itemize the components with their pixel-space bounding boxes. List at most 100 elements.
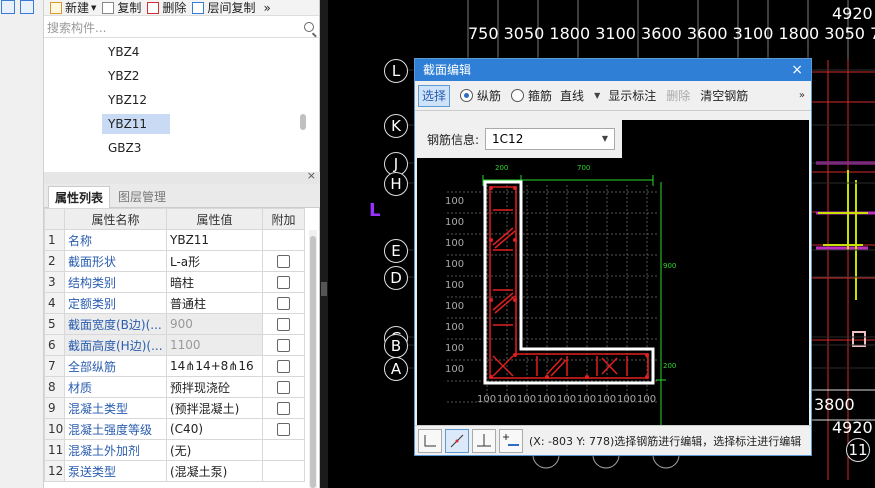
- chevron-down-icon[interactable]: ▼: [594, 91, 600, 100]
- list-item-selected[interactable]: YBZ11: [102, 114, 170, 134]
- attach-checkbox[interactable]: [277, 338, 290, 352]
- cursor-axis-letter: L: [369, 200, 381, 221]
- grid-label: 100: [445, 301, 465, 312]
- property-value[interactable]: 普通柱: [166, 292, 263, 314]
- toolbar-more-button[interactable]: »: [799, 90, 805, 101]
- grid-label: 100: [577, 394, 597, 405]
- table-row[interactable]: 12 泵送类型 (混凝土泵): [44, 460, 305, 482]
- diagonal-line-icon[interactable]: [445, 428, 469, 453]
- axis-bubble-l[interactable]: L: [384, 59, 408, 83]
- axis-bubble-a[interactable]: A: [384, 357, 408, 381]
- attach-checkbox[interactable]: [277, 380, 290, 394]
- property-value[interactable]: 1100: [166, 334, 263, 356]
- table-row[interactable]: 8 材质 预拌现浇砼: [44, 376, 305, 398]
- close-icon[interactable]: ×: [307, 169, 316, 182]
- attach-checkbox[interactable]: [277, 422, 290, 436]
- table-row[interactable]: 11 混凝土外加剂 (无): [44, 439, 305, 461]
- property-value[interactable]: (C40): [166, 418, 263, 440]
- property-value[interactable]: 900: [166, 313, 263, 335]
- delete-button[interactable]: 删除: [147, 0, 186, 15]
- component-panel: 新建 ▼ 复制 删除 层间复制 » 搜索构件... YBZ4 YBZ2 YBZ12…: [44, 0, 320, 488]
- panel-splitter[interactable]: [320, 0, 328, 488]
- dim-right-bottom: 200: [663, 362, 677, 370]
- add-point-icon[interactable]: [499, 428, 523, 453]
- property-value[interactable]: 预拌现浇砼: [166, 376, 263, 398]
- axis-bubble-d[interactable]: D: [384, 266, 408, 290]
- radio-checked-icon: [460, 89, 474, 102]
- grid-label: 100: [597, 394, 617, 405]
- search-input[interactable]: 搜索构件...: [47, 19, 106, 36]
- list-item[interactable]: YBZ4: [102, 42, 170, 62]
- perpendicular-icon[interactable]: [472, 428, 496, 453]
- attach-checkbox[interactable]: [277, 359, 290, 373]
- toolbar-more-button[interactable]: »: [263, 1, 270, 15]
- axis-bubble-11[interactable]: 11: [846, 438, 870, 462]
- app-root: 新建 ▼ 复制 删除 层间复制 » 搜索构件... YBZ4 YBZ2 YBZ12…: [0, 0, 875, 488]
- property-value[interactable]: YBZ11: [166, 229, 263, 251]
- dim-top-left: 200: [495, 164, 509, 172]
- attach-checkbox[interactable]: [277, 296, 290, 310]
- property-name: 混凝土外加剂: [64, 439, 167, 461]
- dim-top-right: 700: [577, 164, 591, 172]
- clear-rebar-button[interactable]: 清空钢筋: [700, 87, 748, 104]
- table-row[interactable]: 9 混凝土类型 (预拌混凝土): [44, 397, 305, 419]
- dim-right-top: 900: [663, 262, 677, 270]
- property-name: 定额类别: [64, 292, 167, 314]
- tab-property-list[interactable]: 属性列表: [48, 186, 111, 208]
- axis-bubble-h[interactable]: H: [384, 172, 408, 196]
- table-row[interactable]: 2 截面形状 L-a形: [44, 250, 305, 272]
- line-dropdown[interactable]: 直线: [560, 87, 584, 104]
- show-annotation-button[interactable]: 显示标注: [608, 87, 656, 104]
- delete-button[interactable]: 删除: [666, 87, 690, 104]
- tab-layer-management[interactable]: 图层管理: [112, 186, 172, 208]
- section-canvas[interactable]: 钢筋信息: 1C12 ▼ 200 700 900 200 100 100 100…: [417, 120, 809, 425]
- layer-copy-button[interactable]: 层间复制: [192, 0, 255, 15]
- dialog-titlebar[interactable]: 截面编辑 ×: [415, 59, 811, 81]
- list-icon[interactable]: [20, 0, 34, 14]
- new-icon: [50, 1, 62, 14]
- property-value[interactable]: L-a形: [166, 250, 263, 272]
- axis-bubble-b[interactable]: B: [384, 334, 408, 358]
- grid-label: 100: [557, 394, 577, 405]
- list-scrollbar[interactable]: [300, 114, 306, 130]
- table-row[interactable]: 3 结构类别 暗柱: [44, 271, 305, 293]
- attach-checkbox[interactable]: [277, 275, 290, 289]
- collapse-arrow-icon[interactable]: [321, 282, 327, 296]
- property-name: 混凝土类型: [64, 397, 167, 419]
- list-item[interactable]: GBZ3: [102, 138, 170, 158]
- axis-bubble-k[interactable]: K: [384, 114, 408, 138]
- corner-snap-icon[interactable]: [418, 428, 442, 453]
- list-item[interactable]: YBZ12: [102, 90, 170, 110]
- scrollbar-thumb[interactable]: [310, 236, 316, 488]
- copy-button[interactable]: 复制: [102, 0, 141, 15]
- component-search[interactable]: 搜索构件...: [44, 18, 320, 38]
- grid-icon[interactable]: [1, 0, 15, 14]
- table-row[interactable]: 5 截面宽度(B边)(... 900: [44, 313, 305, 335]
- table-row[interactable]: 7 全部纵筋 14⋔14+8⋔16: [44, 355, 305, 377]
- attach-checkbox[interactable]: [277, 254, 290, 268]
- table-row[interactable]: 6 截面高度(H边)(... 1100: [44, 334, 305, 356]
- property-value[interactable]: 暗柱: [166, 271, 263, 293]
- grid-label: 100: [637, 394, 657, 405]
- property-value[interactable]: (预拌混凝土): [166, 397, 263, 419]
- longitudinal-radio[interactable]: 纵筋: [460, 87, 501, 104]
- property-value[interactable]: (无): [166, 439, 263, 461]
- new-button[interactable]: 新建 ▼: [50, 0, 96, 15]
- stirrup-radio[interactable]: 箍筋: [511, 87, 552, 104]
- table-row[interactable]: 4 定额类别 普通柱: [44, 292, 305, 314]
- grid-label: 100: [445, 196, 465, 207]
- property-value[interactable]: (混凝土泵): [166, 460, 263, 482]
- property-name: 全部纵筋: [64, 355, 167, 377]
- close-icon[interactable]: ×: [791, 59, 803, 81]
- attach-checkbox[interactable]: [277, 317, 290, 331]
- table-row[interactable]: 10 混凝土强度等级 (C40): [44, 418, 305, 440]
- dialog-toolbar: 选择 纵筋 箍筋 直线 ▼ 显示标注 删除 清空钢筋 »: [415, 81, 811, 111]
- table-row[interactable]: 1 名称 YBZ11: [44, 229, 305, 251]
- property-scrollbar[interactable]: [309, 230, 317, 488]
- attach-checkbox[interactable]: [277, 401, 290, 415]
- property-value[interactable]: 14⋔14+8⋔16: [166, 355, 263, 377]
- select-button[interactable]: 选择: [418, 84, 451, 107]
- search-icon[interactable]: [304, 22, 314, 32]
- list-item[interactable]: YBZ2: [102, 66, 170, 86]
- axis-bubble-e[interactable]: E: [384, 239, 408, 263]
